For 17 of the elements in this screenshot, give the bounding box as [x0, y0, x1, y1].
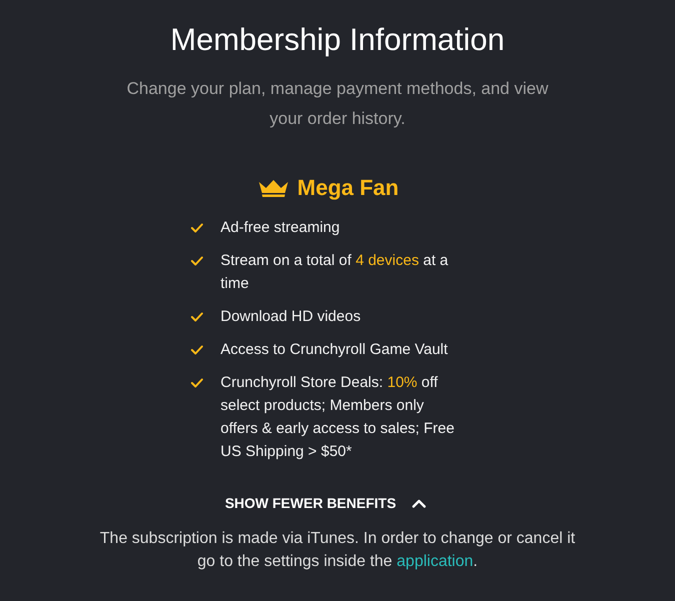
benefit-text: Access to Crunchyroll Game Vault — [220, 340, 449, 360]
plan-name: Mega Fan — [297, 174, 399, 202]
check-icon — [190, 378, 202, 388]
page-subtitle: Change your plan, manage payment methods, and view your order history. — [126, 78, 550, 130]
check-icon — [190, 256, 202, 266]
show-fewer-benefits-button[interactable]: SHOW FEWER BENEFITS — [224, 493, 426, 513]
check-icon — [190, 312, 202, 322]
benefit-text: Ad-free streaming — [220, 218, 341, 238]
check-icon — [190, 345, 202, 355]
check-icon — [190, 223, 202, 233]
subscription-note: The subscription is made via iTunes. In order to change or cancel it go to the settings inside the application. — [98, 529, 576, 572]
benefit-text: Stream on a total of 4 devices at a time — [220, 251, 450, 294]
page-title: Membership Information — [170, 21, 505, 59]
crown-icon — [258, 179, 290, 197]
benefit-text: Crunchyroll Store Deals: 10% off select products; Members only offers & early access to sales; Free US Shipping > $50* — [220, 373, 456, 462]
application-link[interactable]: application — [396, 553, 474, 570]
benefit-text: Download HD videos — [220, 307, 362, 327]
